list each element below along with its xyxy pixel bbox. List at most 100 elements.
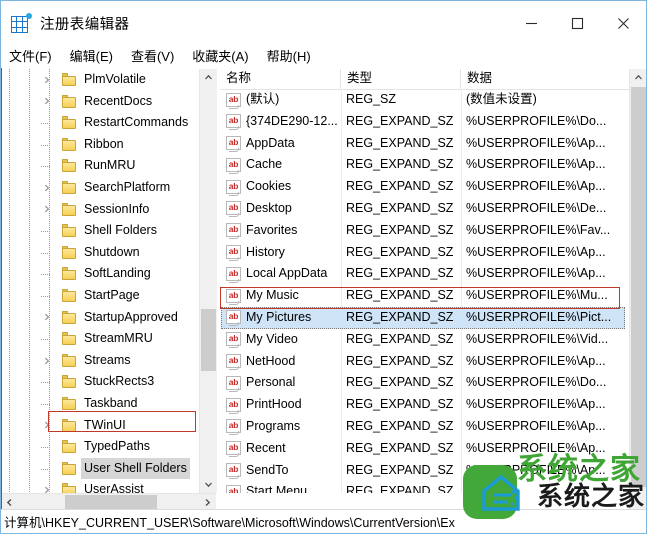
tree-item-streammru[interactable]: StreamMRU — [1, 328, 199, 350]
tree-connector — [41, 468, 51, 470]
cell-type: REG_EXPAND_SZ — [346, 418, 454, 433]
tree-scroll-thumb[interactable] — [201, 309, 216, 371]
maximize-icon[interactable] — [554, 1, 600, 45]
column-header-data[interactable]: 数据 — [461, 69, 629, 89]
menu-favorites[interactable]: 收藏夹(A) — [183, 46, 257, 68]
table-row[interactable]: ab My Video REG_EXPAND_SZ %USERPROFILE%\Vid… — [220, 329, 629, 351]
registry-tree[interactable]: PlmVolatile RecentDocs RestartCommands Ribb… — [1, 69, 199, 493]
tree-scroll-up-icon[interactable] — [200, 69, 217, 86]
chevron-right-icon[interactable] — [39, 91, 55, 113]
string-value-icon: ab — [226, 245, 241, 262]
cell-type: REG_EXPAND_SZ — [346, 397, 454, 412]
table-row[interactable]: ab Start Menu REG_EXPAND_SZ — [220, 481, 629, 493]
cell-data: %USERPROFILE%\Ap... — [466, 179, 606, 194]
chevron-right-icon[interactable] — [39, 69, 55, 91]
table-row[interactable]: ab Personal REG_EXPAND_SZ %USERPROFILE%\Do.… — [220, 372, 629, 394]
table-row[interactable]: ab SendTo REG_EXPAND_SZ %USERPROFILE%\Ap... — [220, 460, 629, 482]
cell-type: REG_EXPAND_SZ — [346, 113, 454, 128]
list-vertical-scrollbar[interactable] — [629, 69, 646, 511]
menu-view[interactable]: 查看(V) — [122, 46, 183, 68]
string-value-icon: ab — [226, 354, 241, 371]
tree-item-typedpaths[interactable]: TypedPaths — [1, 436, 199, 458]
folder-icon — [62, 137, 77, 151]
chevron-right-icon[interactable] — [39, 479, 55, 493]
cell-name: Programs — [246, 418, 301, 433]
folder-icon — [62, 396, 77, 410]
tree-item-taskband[interactable]: Taskband — [1, 393, 199, 415]
tree-item-searchplatform[interactable]: SearchPlatform — [1, 177, 199, 199]
menu-edit[interactable]: 编辑(E) — [61, 46, 122, 68]
chevron-right-icon[interactable] — [39, 307, 55, 329]
tree-scroll-down-icon[interactable] — [200, 476, 217, 493]
string-value-icon: ab — [226, 179, 241, 196]
tree-vertical-scrollbar[interactable] — [199, 69, 217, 493]
list-scroll-thumb[interactable] — [631, 87, 646, 487]
table-row[interactable]: ab My Music REG_EXPAND_SZ %USERPROFILE%\Mu.… — [220, 285, 629, 307]
table-row[interactable]: ab PrintHood REG_EXPAND_SZ %USERPROFILE%\Ap… — [220, 394, 629, 416]
string-value-icon: ab — [226, 484, 241, 493]
menu-help[interactable]: 帮助(H) — [258, 46, 320, 68]
table-row[interactable]: ab History REG_EXPAND_SZ %USERPROFILE%\Ap..… — [220, 242, 629, 264]
tree-item-user-shell-folders[interactable]: User Shell Folders — [1, 457, 199, 480]
tree-item-sessioninfo[interactable]: SessionInfo — [1, 199, 199, 221]
string-value-icon: ab — [226, 441, 241, 458]
tree-item-runmru[interactable]: RunMRU — [1, 155, 199, 177]
column-header-type[interactable]: 类型 — [341, 69, 461, 89]
tree-item-softlanding[interactable]: SoftLanding — [1, 263, 199, 285]
tree-item-startupapproved[interactable]: StartupApproved — [1, 307, 199, 329]
string-value-icon: ab — [226, 397, 241, 414]
column-header-name[interactable]: 名称 — [220, 69, 341, 89]
table-row[interactable]: ab Programs REG_EXPAND_SZ %USERPROFILE%\Ap.… — [220, 416, 629, 438]
cell-type: REG_EXPAND_SZ — [346, 266, 454, 281]
tree-item-label: RecentDocs — [84, 93, 153, 108]
menu-file[interactable]: 文件(F) — [1, 46, 61, 68]
tree-item-shell-folders[interactable]: Shell Folders — [1, 220, 199, 242]
tree-item-stuckrects3[interactable]: StuckRects3 — [1, 371, 199, 393]
tree-hscroll-thumb[interactable] — [65, 495, 157, 510]
table-row[interactable]: ab Cookies REG_EXPAND_SZ %USERPROFILE%\Ap..… — [220, 176, 629, 198]
chevron-right-icon[interactable] — [39, 199, 55, 221]
tree-item-recentdocs[interactable]: RecentDocs — [1, 91, 199, 113]
registry-values-list[interactable]: ab (默认) REG_SZ (数值未设置) ab {374DE290-12... REG_… — [220, 89, 629, 493]
table-row[interactable]: ab {374DE290-12... REG_EXPAND_SZ %USERPROFI… — [220, 111, 629, 133]
table-row[interactable]: ab Desktop REG_EXPAND_SZ %USERPROFILE%\De..… — [220, 198, 629, 220]
tree-item-plmvolatile[interactable]: PlmVolatile — [1, 69, 199, 91]
folder-icon — [62, 245, 77, 259]
chevron-right-icon[interactable] — [39, 350, 55, 372]
tree-item-ribbon[interactable]: Ribbon — [1, 134, 199, 156]
table-row[interactable]: ab AppData REG_EXPAND_SZ %USERPROFILE%\Ap..… — [220, 133, 629, 155]
chevron-right-icon[interactable] — [39, 177, 55, 199]
cell-type: REG_EXPAND_SZ — [346, 135, 454, 150]
minimize-icon[interactable] — [508, 1, 554, 45]
tree-connector — [41, 403, 51, 405]
string-value-icon: ab — [226, 201, 241, 218]
folder-icon — [62, 288, 77, 302]
cell-data: %USERPROFILE%\Do... — [466, 375, 607, 390]
table-row[interactable]: ab NetHood REG_EXPAND_SZ %USERPROFILE%\Ap..… — [220, 351, 629, 373]
tree-connector — [41, 252, 51, 254]
close-icon[interactable] — [600, 1, 646, 45]
table-row[interactable]: ab Favorites REG_EXPAND_SZ %USERPROFILE%\Fa… — [220, 220, 629, 242]
table-row[interactable]: ab My Pictures REG_EXPAND_SZ %USERPROFILE%\… — [220, 306, 629, 329]
cell-name: Start Menu — [246, 484, 308, 493]
string-value-icon: ab — [226, 136, 241, 153]
table-row[interactable]: ab Recent REG_EXPAND_SZ %USERPROFILE%\Ap... — [220, 438, 629, 460]
cell-data: %USERPROFILE%\De... — [466, 200, 607, 215]
chevron-right-icon[interactable] — [39, 415, 55, 437]
table-row[interactable]: ab Local AppData REG_EXPAND_SZ %USERPROFILE… — [220, 263, 629, 285]
tree-item-streams[interactable]: Streams — [1, 350, 199, 372]
tree-connector — [41, 339, 51, 341]
folder-icon — [62, 159, 77, 173]
tree-item-label: TWinUI — [84, 417, 126, 432]
tree-item-restartcommands[interactable]: RestartCommands — [1, 112, 199, 134]
tree-item-userassist[interactable]: UserAssist — [1, 479, 199, 493]
string-value-icon: ab — [226, 332, 241, 349]
table-row[interactable]: ab Cache REG_EXPAND_SZ %USERPROFILE%\Ap... — [220, 154, 629, 176]
cell-data: %USERPROFILE%\Ap... — [466, 135, 606, 150]
tree-item-shutdown[interactable]: Shutdown — [1, 242, 199, 264]
list-scroll-up-icon[interactable] — [630, 69, 646, 86]
tree-item-startpage[interactable]: StartPage — [1, 285, 199, 307]
tree-item-twinui[interactable]: TWinUI — [1, 415, 199, 437]
table-row[interactable]: ab (默认) REG_SZ (数值未设置) — [220, 89, 629, 111]
tree-item-label: Taskband — [84, 395, 138, 410]
